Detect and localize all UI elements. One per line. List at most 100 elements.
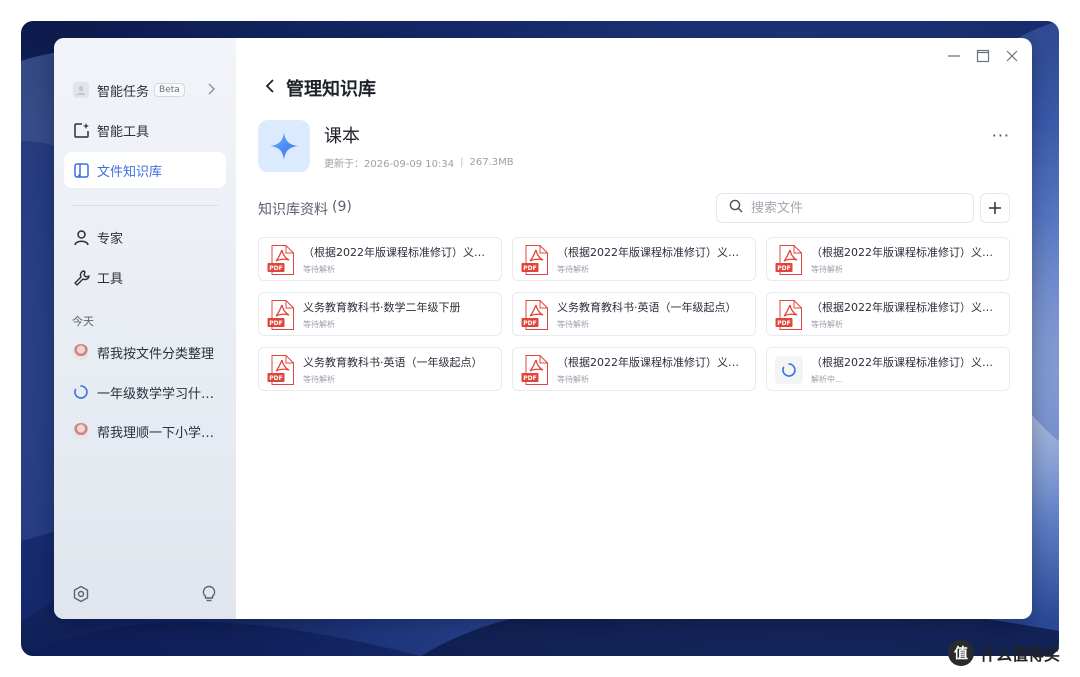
section-label-today: 今天: [72, 315, 94, 328]
svg-text:PDF: PDF: [777, 265, 790, 272]
file-name: （根据2022年版课程标准修订）义务教育教科书: [811, 301, 1001, 314]
file-name: 义务教育教科书·英语（一年级起点）: [557, 301, 737, 314]
meta-separator: |: [460, 157, 464, 168]
lightbulb-icon[interactable]: [200, 585, 218, 607]
svg-text:PDF: PDF: [269, 265, 282, 272]
sidebar-item-label: 智能任务: [97, 84, 150, 100]
history-item-label: 一年级数学学习什么内容: [97, 386, 215, 402]
more-options-button[interactable]: ···: [992, 126, 1010, 145]
search-input[interactable]: [751, 200, 951, 216]
plus-icon: [989, 202, 1001, 214]
user-placeholder-icon: [72, 81, 90, 99]
pdf-icon: PDF: [267, 245, 295, 275]
pdf-icon: PDF: [521, 245, 549, 275]
history-item[interactable]: 一年级数学学习什么内容: [64, 374, 226, 410]
sidebar-item-file-knowledge-base[interactable]: 文件知识库: [64, 152, 226, 188]
pdf-icon: PDF: [521, 355, 549, 385]
history-item-label: 帮我理顺一下小学课程: [97, 425, 215, 441]
pdf-icon: PDF: [775, 300, 803, 330]
updated-time: 更新于：2026-09-09 10:34: [324, 159, 455, 170]
history-item[interactable]: 帮我理顺一下小学课程: [64, 413, 226, 449]
close-icon[interactable]: [1004, 48, 1020, 64]
file-card[interactable]: PDF 义务教育教科书·数学二年级下册等待解析: [258, 292, 502, 336]
svg-text:PDF: PDF: [269, 320, 282, 327]
sidebar-item-smart-task[interactable]: 智能任务 Beta: [64, 72, 226, 108]
file-status: 等待解析: [303, 320, 335, 329]
maximize-icon[interactable]: [975, 48, 991, 64]
file-card[interactable]: PDF （根据2022年版课程标准修订）义务教育教科书等待解析: [766, 292, 1010, 336]
pdf-icon: PDF: [775, 245, 803, 275]
sidebar-item-tools[interactable]: 工具: [64, 259, 226, 295]
settings-icon[interactable]: [72, 585, 90, 607]
knowledge-base-size: 267.3MB: [469, 157, 514, 168]
svg-text:PDF: PDF: [523, 265, 536, 272]
file-list-title: 知识库资料 (9): [258, 199, 352, 219]
sidebar-item-label: 专家: [97, 231, 124, 247]
sidebar-item-label: 智能工具: [97, 124, 150, 140]
file-name: 义务教育教科书·数学二年级下册: [303, 301, 461, 314]
beta-badge: Beta: [154, 83, 185, 97]
add-file-button[interactable]: [980, 193, 1010, 223]
file-card[interactable]: PDF （根据2022年版课程标准修订）义务教育教科书等待解析: [766, 237, 1010, 281]
sidebar: 智能任务 Beta 智能工具 文件知识库 专家 工具 今天 帮我按文件分类整理 …: [54, 38, 236, 619]
file-card[interactable]: PDF （根据2022年版课程标准修订）义务教育教科书等待解析: [512, 347, 756, 391]
file-card[interactable]: （根据2022年版课程标准修订）义务教育教科书解析中...: [766, 347, 1010, 391]
sidebar-item-label: 文件知识库: [97, 164, 163, 180]
loading-icon: [72, 383, 90, 401]
file-status: 等待解析: [303, 265, 335, 274]
file-status: 等待解析: [811, 265, 843, 274]
file-card[interactable]: PDF （根据2022年版课程标准修订）义务教育教科书等待解析: [512, 237, 756, 281]
svg-text:PDF: PDF: [269, 375, 282, 382]
watermark: 值 什么值得买: [948, 640, 1060, 666]
file-name: （根据2022年版课程标准修订）义务教育教科书: [303, 246, 493, 259]
page-header: 管理知识库: [264, 76, 376, 100]
svg-text:PDF: PDF: [523, 375, 536, 382]
wrench-icon: [72, 268, 90, 286]
file-status: 等待解析: [557, 375, 589, 384]
file-status: 等待解析: [303, 375, 335, 384]
sidebar-item-label: 工具: [97, 271, 124, 287]
file-list-title-label: 知识库资料: [258, 202, 328, 218]
person-icon: [72, 228, 90, 246]
pdf-icon: PDF: [267, 300, 295, 330]
knowledge-base-meta: 更新于：2026-09-09 10:34 | 267.3MB: [324, 155, 514, 170]
file-card[interactable]: PDF （根据2022年版课程标准修订）义务教育教科书等待解析: [258, 237, 502, 281]
sidebar-item-smart-tools[interactable]: 智能工具: [64, 112, 226, 148]
file-status: 解析中...: [811, 375, 843, 384]
file-name: （根据2022年版课程标准修订）义务教育教科书: [557, 246, 747, 259]
pdf-icon: PDF: [521, 300, 549, 330]
history-item[interactable]: 帮我按文件分类整理: [64, 334, 226, 370]
search-icon: [729, 199, 743, 217]
svg-text:PDF: PDF: [523, 320, 536, 327]
knowledge-base-logo: [258, 120, 310, 172]
sidebar-divider: [72, 205, 218, 206]
chevron-right-icon: [206, 82, 216, 100]
history-item-label: 帮我按文件分类整理: [97, 346, 215, 362]
sidebar-item-expert[interactable]: 专家: [64, 219, 226, 255]
file-count: (9): [332, 199, 352, 215]
minimize-icon[interactable]: [946, 48, 962, 64]
file-status: 等待解析: [557, 265, 589, 274]
sparkle-icon: [270, 132, 298, 160]
main-panel: 管理知识库 课本 更新于：2026-09-09 10:34 | 267.3MB …: [236, 38, 1032, 619]
back-arrow-icon[interactable]: [264, 78, 276, 98]
smart-tools-icon: [72, 121, 90, 139]
pdf-icon: PDF: [267, 355, 295, 385]
file-name: （根据2022年版课程标准修订）义务教育教科书: [811, 246, 1001, 259]
file-name: （根据2022年版课程标准修订）义务教育教科书: [811, 356, 1001, 369]
watermark-text: 什么值得买: [980, 645, 1061, 664]
knowledge-base-name: 课本: [324, 126, 360, 147]
file-name: 义务教育教科书·英语（一年级起点）: [303, 356, 483, 369]
loading-icon: [775, 355, 803, 385]
avatar: [72, 422, 90, 440]
watermark-glyph: 值: [948, 640, 974, 666]
app-window: 智能任务 Beta 智能工具 文件知识库 专家 工具 今天 帮我按文件分类整理 …: [54, 38, 1032, 619]
search-box: [716, 193, 974, 223]
file-card[interactable]: PDF 义务教育教科书·英语（一年级起点） 等待解析: [512, 292, 756, 336]
avatar: [72, 343, 90, 361]
book-icon: [72, 161, 90, 179]
file-card[interactable]: PDF 义务教育教科书·英语（一年级起点） 等待解析: [258, 347, 502, 391]
page-title: 管理知识库: [286, 79, 376, 100]
file-status: 等待解析: [811, 320, 843, 329]
file-name: （根据2022年版课程标准修订）义务教育教科书: [557, 356, 747, 369]
